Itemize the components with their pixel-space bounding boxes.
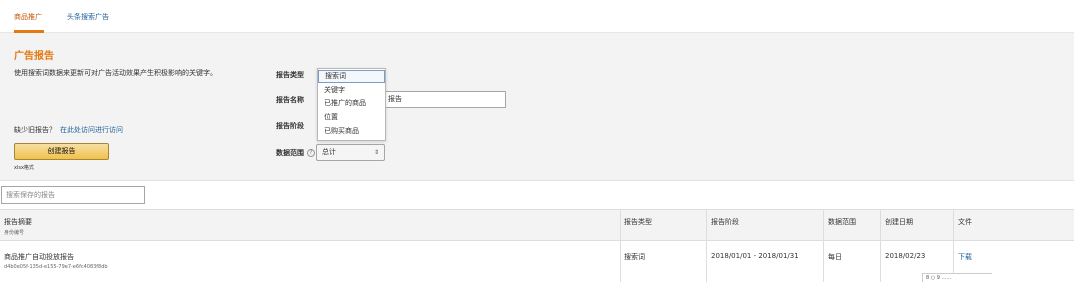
column-divider (953, 210, 954, 282)
data-range-label: 数据范围? (276, 148, 315, 158)
row-created-date: 2018/02/23 (885, 252, 926, 260)
column-divider (620, 210, 621, 282)
col-header-file: 文件 (958, 218, 972, 226)
column-divider (823, 210, 824, 282)
col-header-name[interactable]: 报告摘要 (4, 217, 32, 227)
row-report-id: d4b0e05f-135d-e155-79e7-e6fc4083f8db (4, 264, 108, 270)
create-report-panel: 广告报告 使用搜索词数据来更新可对广告活动效果产生积极影响的关键字。 缺少旧报告… (0, 33, 1074, 181)
dropdown-option-search-term[interactable]: 搜索词 (318, 70, 385, 83)
table-row: 商品推广自动投放报告 d4b0e05f-135d-e155-79e7-e6fc4… (0, 241, 1074, 282)
dropdown-option-purchased-product[interactable]: 已购买商品 (318, 125, 385, 138)
data-range-label-text: 数据范围 (276, 149, 304, 157)
data-range-select[interactable]: 总计 ⇕ (316, 144, 385, 161)
tab-headline-search-ads[interactable]: 头条搜索广告 (67, 12, 109, 22)
report-period-label: 报告阶段 (276, 122, 304, 130)
report-name-label: 报告名称 (276, 96, 304, 104)
corner-overlay: 8 ○ 9 …… (922, 273, 992, 282)
report-type-dropdown[interactable]: 搜索词 关键字 已推广的商品 位置 已购买商品 (317, 68, 386, 141)
xlsx-format-note: xlsx格式 (14, 165, 34, 171)
dropdown-option-advertised-product[interactable]: 已推广的商品 (318, 97, 385, 110)
tab-sponsored-products[interactable]: 商品推广 (14, 12, 42, 22)
panel-title: 广告报告 (14, 51, 54, 62)
column-divider (880, 210, 881, 282)
row-report-period: 2018/01/01 - 2018/01/31 (711, 252, 799, 260)
col-header-period[interactable]: 报告阶段 (711, 217, 739, 227)
data-range-value: 总计 (322, 148, 336, 156)
report-type-label: 报告类型 (276, 71, 304, 79)
col-header-created[interactable]: 创建日期 (885, 217, 913, 227)
column-divider (706, 210, 707, 282)
select-arrows-icon: ⇕ (373, 149, 379, 156)
reports-table: 报告摘要 身份编号 报告类型 报告阶段 数据范围 创建日期 文件 商品推广自动投… (0, 209, 1074, 282)
row-download-link[interactable]: 下载 (958, 252, 972, 262)
panel-description: 使用搜索词数据来更新可对广告活动效果产生积极影响的关键字。 (14, 69, 217, 77)
col-header-name-sub: 身份编号 (4, 230, 25, 236)
help-icon[interactable]: ? (307, 149, 315, 157)
col-header-range[interactable]: 数据范围 (828, 217, 856, 227)
row-data-range: 每日 (828, 253, 842, 261)
table-header: 报告摘要 身份编号 报告类型 报告阶段 数据范围 创建日期 文件 (0, 210, 1074, 241)
dropdown-option-placement[interactable]: 位置 (318, 111, 385, 124)
create-report-button[interactable]: 创建报告 (14, 143, 109, 160)
old-reports-text: 缺少旧报告？ (14, 126, 56, 134)
row-report-type: 搜索词 (624, 253, 645, 261)
tab-bar: 商品推广 头条搜索广告 (0, 0, 1074, 33)
old-reports-notice: 缺少旧报告？ 在此处访问进行访问 (14, 125, 123, 135)
dropdown-option-keyword[interactable]: 关键字 (318, 84, 385, 97)
col-header-type[interactable]: 报告类型 (624, 217, 652, 227)
old-reports-link[interactable]: 在此处访问进行访问 (60, 126, 123, 134)
row-report-name: 商品推广自动投放报告 (4, 253, 74, 261)
saved-report-search-input[interactable]: 搜索保存的报告 (1, 186, 145, 204)
